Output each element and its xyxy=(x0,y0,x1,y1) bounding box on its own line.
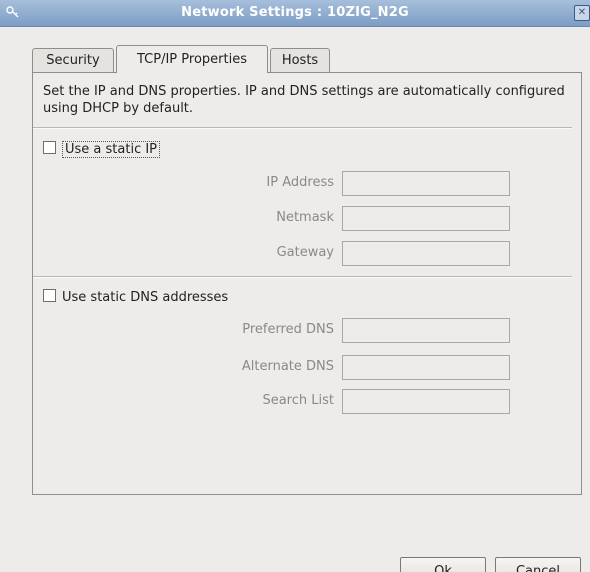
tab-security[interactable]: Security xyxy=(32,48,114,72)
tcpip-panel: Set the IP and DNS properties. IP and DN… xyxy=(32,72,582,495)
close-button[interactable]: ✕ xyxy=(574,5,590,21)
static-ip-checkbox-row[interactable]: Use a static IP xyxy=(43,141,161,159)
close-icon: ✕ xyxy=(577,7,587,18)
static-dns-checkbox-row[interactable]: Use static DNS addresses xyxy=(43,289,228,307)
alternate-dns-field[interactable] xyxy=(342,355,510,380)
cancel-button[interactable]: Cancel xyxy=(495,557,581,572)
netmask-field[interactable] xyxy=(342,206,510,231)
description-text: Set the IP and DNS properties. IP and DN… xyxy=(43,84,565,116)
preferred-dns-field[interactable] xyxy=(342,318,510,343)
tab-hosts[interactable]: Hosts xyxy=(270,48,330,72)
ok-button[interactable]: Ok xyxy=(400,557,486,572)
gateway-field[interactable] xyxy=(342,241,510,266)
static-ip-label: Use a static IP xyxy=(62,141,161,158)
netmask-label: Netmask xyxy=(276,210,334,225)
network-settings-dialog: Network Settings : 10ZIG_N2G ✕ Security … xyxy=(0,0,590,572)
alternate-dns-label: Alternate DNS xyxy=(241,359,334,374)
preferred-dns-label: Preferred DNS xyxy=(242,322,334,337)
ip-address-label: IP Address xyxy=(266,175,334,190)
search-list-label: Search List xyxy=(262,393,334,408)
separator xyxy=(33,276,572,278)
static-dns-checkbox[interactable] xyxy=(43,289,56,302)
gateway-label: Gateway xyxy=(276,245,334,260)
window-title: Network Settings : 10ZIG_N2G xyxy=(181,5,409,20)
tab-tcpip-properties[interactable]: TCP/IP Properties xyxy=(116,45,268,73)
title-bar[interactable]: Network Settings : 10ZIG_N2G ✕ xyxy=(0,0,590,27)
static-ip-checkbox[interactable] xyxy=(43,141,56,154)
search-list-field[interactable] xyxy=(342,389,510,414)
ip-address-field[interactable] xyxy=(342,171,510,196)
separator xyxy=(33,127,572,129)
static-dns-label: Use static DNS addresses xyxy=(62,290,229,305)
